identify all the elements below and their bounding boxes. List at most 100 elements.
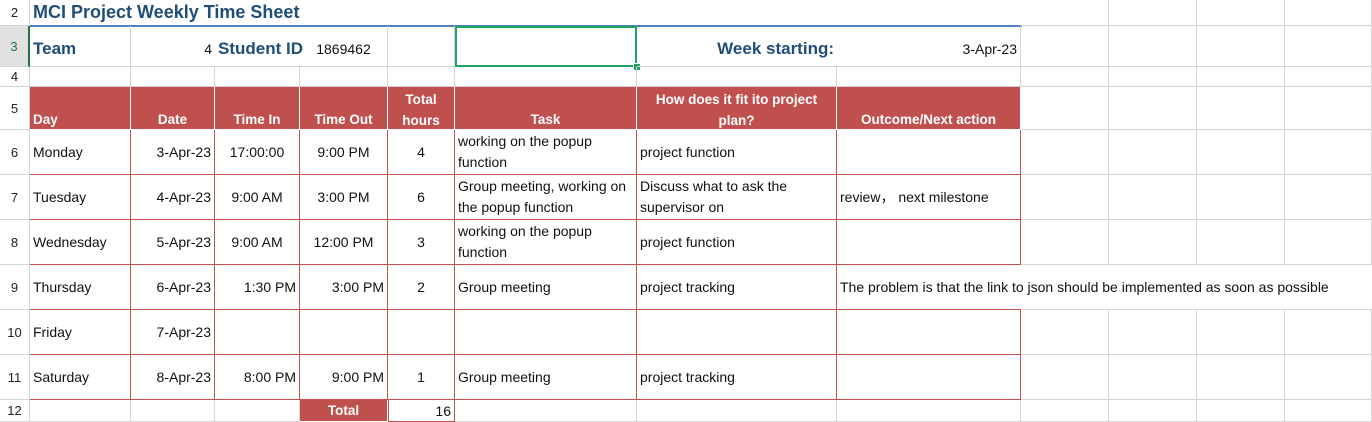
cell[interactable] [1197,67,1285,87]
cell[interactable] [30,67,131,87]
outcome-cell[interactable] [837,310,1021,355]
row-header-7[interactable]: 7 [0,175,30,220]
cell[interactable] [1109,400,1197,422]
hours-cell[interactable]: 6 [388,175,455,220]
project-fit-cell[interactable]: project tracking [637,355,837,400]
cell[interactable] [131,400,215,422]
date-cell[interactable]: 7-Apr-23 [131,310,215,355]
cell[interactable] [1197,175,1285,220]
task-cell[interactable] [455,310,637,355]
cell[interactable] [1021,0,1109,26]
hours-cell[interactable]: 3 [388,220,455,265]
cell[interactable] [455,67,637,87]
cell[interactable] [1109,175,1197,220]
task-cell[interactable]: Group meeting [455,265,637,310]
total-value[interactable]: 16 [388,400,455,422]
cell[interactable] [1285,26,1372,67]
cell[interactable] [1285,87,1372,130]
cell[interactable] [1285,0,1372,26]
project-fit-cell[interactable]: project function [637,130,837,175]
week-starting-label[interactable]: Week starting: [637,26,837,67]
day-cell[interactable]: Saturday [30,355,131,400]
time-out-cell[interactable]: 12:00 PM [300,220,388,265]
time-out-cell[interactable]: 9:00 PM [300,355,388,400]
cell[interactable] [1109,130,1197,175]
project-fit-cell[interactable]: project function [637,220,837,265]
outcome-cell[interactable] [837,220,1021,265]
cell[interactable] [1109,0,1197,26]
row-header-5[interactable]: 5 [0,87,30,130]
date-cell[interactable]: 5-Apr-23 [131,220,215,265]
project-fit-cell[interactable]: Discuss what to ask the supervisor on [637,175,837,220]
date-cell[interactable]: 4-Apr-23 [131,175,215,220]
cell[interactable] [837,400,1021,422]
day-cell[interactable]: Tuesday [30,175,131,220]
cell[interactable] [1285,400,1372,422]
cell[interactable] [1109,67,1197,87]
cell[interactable] [1109,355,1197,400]
time-in-cell[interactable]: 1:30 PM [215,265,300,310]
team-label[interactable]: Team [30,26,131,67]
row-header-4[interactable]: 4 [0,67,30,87]
time-in-cell[interactable]: 8:00 PM [215,355,300,400]
cell[interactable] [455,400,637,422]
cell[interactable] [1109,26,1197,67]
date-cell[interactable]: 6-Apr-23 [131,265,215,310]
cell[interactable] [1021,400,1109,422]
row-header-12[interactable]: 12 [0,400,30,422]
cell[interactable] [1109,87,1197,130]
cell[interactable] [1197,87,1285,130]
project-fit-cell[interactable]: project tracking [637,265,837,310]
row-header-3[interactable]: 3 [0,26,30,67]
day-cell[interactable]: Monday [30,130,131,175]
cell[interactable] [1197,355,1285,400]
cell[interactable] [1285,130,1372,175]
cell[interactable] [1197,400,1285,422]
cell[interactable] [637,67,837,87]
cell[interactable] [1021,130,1109,175]
header-time-out[interactable]: Time Out [300,87,388,130]
date-cell[interactable]: 8-Apr-23 [131,355,215,400]
selected-cell[interactable] [455,26,637,67]
hours-cell[interactable]: 2 [388,265,455,310]
total-label[interactable]: Total [300,400,388,422]
row-header-2[interactable]: 2 [0,0,30,26]
cell[interactable] [388,26,455,67]
time-out-cell[interactable] [300,310,388,355]
cell[interactable] [215,400,300,422]
cell[interactable] [1197,130,1285,175]
week-starting-value[interactable]: 3-Apr-23 [837,26,1021,67]
outcome-cell[interactable] [837,355,1021,400]
cell[interactable] [1197,0,1285,26]
cell[interactable] [1021,26,1109,67]
row-header-8[interactable]: 8 [0,220,30,265]
row-header-9[interactable]: 9 [0,265,30,310]
cell[interactable] [1021,87,1109,130]
cell[interactable] [1021,355,1109,400]
cell[interactable] [1197,310,1285,355]
task-cell[interactable]: working on the popup function [455,220,637,265]
hours-cell[interactable]: 4 [388,130,455,175]
header-outcome[interactable]: Outcome/Next action [837,87,1021,130]
date-cell[interactable]: 3-Apr-23 [131,130,215,175]
cell[interactable] [1109,220,1197,265]
header-time-in[interactable]: Time In [215,87,300,130]
header-task[interactable]: Task [455,87,637,130]
cell[interactable] [1109,310,1197,355]
header-project-fit[interactable]: How does it fit ito project plan? [637,87,837,130]
cell[interactable] [1285,67,1372,87]
task-cell[interactable]: working on the popup function [455,130,637,175]
hours-cell[interactable]: 1 [388,355,455,400]
cell[interactable] [300,67,388,87]
row-header-6[interactable]: 6 [0,130,30,175]
outcome-cell[interactable]: The problem is that the link to json sho… [837,265,1329,310]
cell[interactable] [215,67,300,87]
time-out-cell[interactable]: 3:00 PM [300,265,388,310]
header-total-hours[interactable]: Total hours [388,87,455,130]
time-in-cell[interactable] [215,310,300,355]
cell[interactable] [131,67,215,87]
time-in-cell[interactable]: 9:00 AM [215,175,300,220]
cell[interactable] [1285,175,1372,220]
cell[interactable] [1285,355,1372,400]
time-out-cell[interactable]: 3:00 PM [300,175,388,220]
